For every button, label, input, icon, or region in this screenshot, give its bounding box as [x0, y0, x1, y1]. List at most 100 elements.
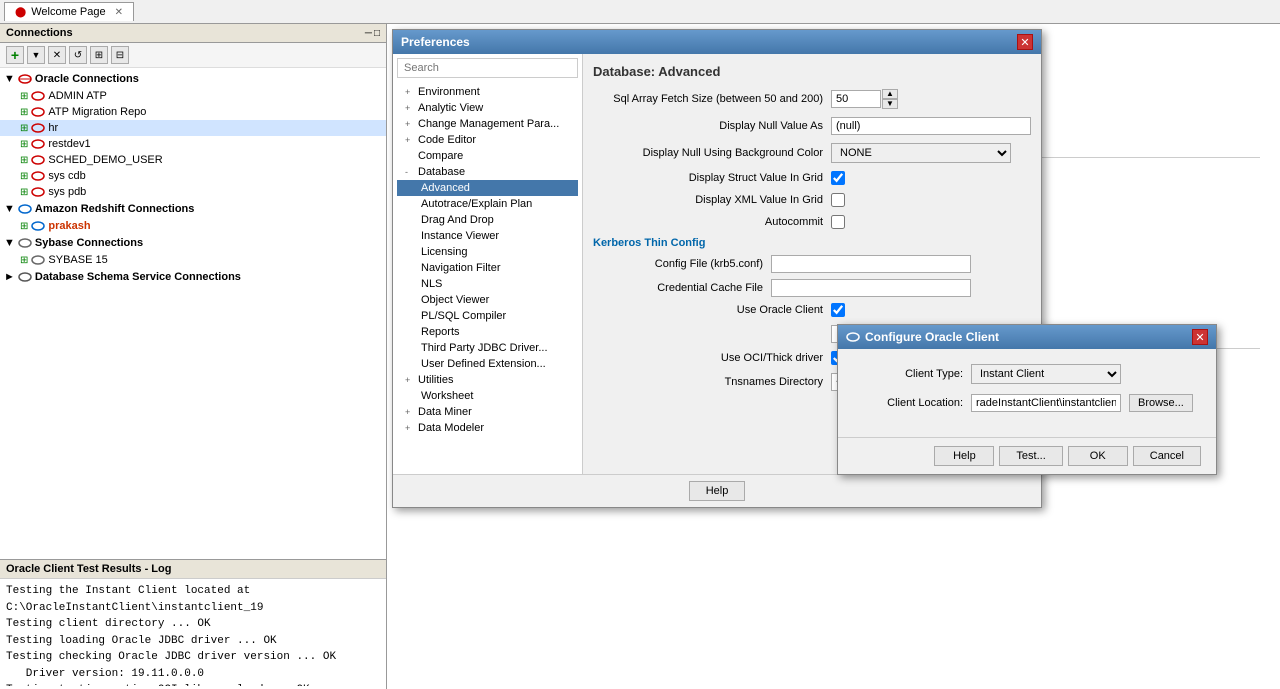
properties-btn[interactable]: ⊞ [90, 46, 108, 64]
panel-minimize-btn[interactable]: ─ [365, 28, 372, 39]
display-xml-row: Display XML Value In Grid [593, 193, 1031, 207]
client-type-select[interactable]: Instant Client Oracle Home [971, 364, 1121, 384]
spinner-up-btn[interactable]: ▲ [882, 89, 898, 99]
pref-autotrace[interactable]: Autotrace/Explain Plan [397, 196, 578, 212]
display-struct-checkbox[interactable] [831, 171, 845, 185]
schema-service-header[interactable]: ► Database Schema Service Connections [0, 268, 386, 286]
pref-data-modeler[interactable]: + Data Modeler [397, 420, 578, 436]
schema-btn[interactable]: ⊟ [111, 46, 129, 64]
pref-data-miner[interactable]: + Data Miner [397, 404, 578, 420]
conn-atp-migration[interactable]: ⊞ ATP Migration Repo [0, 104, 386, 120]
configure-cancel-btn[interactable]: Cancel [1133, 446, 1201, 466]
sql-array-fetch-row: Sql Array Fetch Size (between 50 and 200… [593, 89, 1031, 109]
log-content[interactable]: Testing the Instant Client located at C:… [0, 579, 386, 686]
pref-reports[interactable]: Reports [397, 324, 578, 340]
pref-worksheet[interactable]: Worksheet [397, 388, 578, 404]
use-oci-label: Use OCI/Thick driver [593, 352, 823, 364]
pref-nls[interactable]: NLS [397, 276, 578, 292]
display-null-input[interactable] [831, 117, 1031, 135]
pref-analytic-view[interactable]: + Analytic View [397, 100, 578, 116]
conn-icon-restdev1 [31, 138, 45, 150]
log-line-4: Testing checking Oracle JDBC driver vers… [6, 649, 380, 666]
configure-help-btn[interactable]: Help [934, 446, 994, 466]
client-type-label: Client Type: [853, 368, 963, 380]
pref-plsql-compiler[interactable]: PL/SQL Compiler [397, 308, 578, 324]
plus-icon: ⊞ [20, 221, 28, 232]
connections-toolbar: + ▼ ✕ ↺ ⊞ ⊟ [0, 43, 386, 68]
pref-code-editor[interactable]: + Code Editor [397, 132, 578, 148]
conn-label: ADMIN ATP [48, 90, 106, 102]
preferences-search[interactable] [397, 58, 578, 78]
schema-expander: ► [4, 271, 15, 283]
conn-label: hr [48, 122, 58, 134]
preferences-close-btn[interactable]: ✕ [1017, 34, 1033, 50]
pref-instance-viewer[interactable]: Instance Viewer [397, 228, 578, 244]
conn-label: SYBASE 15 [48, 254, 107, 266]
credential-cache-label: Credential Cache File [603, 282, 763, 294]
pref-third-party[interactable]: Third Party JDBC Driver... [397, 340, 578, 356]
config-file-input[interactable] [771, 255, 971, 273]
display-xml-checkbox[interactable] [831, 193, 845, 207]
conn-sys-pdb[interactable]: ⊞ sys pdb [0, 184, 386, 200]
plus-icon: ⊞ [20, 107, 28, 118]
log-line-5: Driver version: 19.11.0.0.0 [6, 666, 380, 683]
new-connection-btn[interactable]: + [6, 46, 24, 64]
configure-title-icon [846, 330, 860, 344]
configure-test-btn[interactable]: Test... [999, 446, 1062, 466]
refresh-btn[interactable]: ↺ [69, 46, 87, 64]
autocommit-label: Autocommit [593, 216, 823, 228]
plus-icon: ⊞ [20, 91, 28, 102]
redshift-connections-section: ▼ Amazon Redshift Connections ⊞ prakash [0, 200, 386, 234]
spinner-down-btn[interactable]: ▼ [882, 99, 898, 109]
oracle-connections-header[interactable]: ▼ Oracle Connections [0, 70, 386, 88]
pref-object-viewer[interactable]: Object Viewer [397, 292, 578, 308]
log-line-1: Testing the Instant Client located at C:… [6, 583, 380, 616]
configure-ok-btn[interactable]: OK [1068, 446, 1128, 466]
client-location-label: Client Location: [853, 397, 963, 409]
sybase-expander: ▼ [4, 237, 15, 249]
conn-sybase15[interactable]: ⊞ SYBASE 15 [0, 252, 386, 268]
schema-service-section: ► Database Schema Service Connections [0, 268, 386, 286]
conn-sched-demo[interactable]: ⊞ SCHED_DEMO_USER [0, 152, 386, 168]
conn-icon-sys-pdb [31, 186, 45, 198]
pref-utilities[interactable]: + Utilities [397, 372, 578, 388]
pref-database[interactable]: - Database [397, 164, 578, 180]
disconnect-btn[interactable]: ✕ [48, 46, 66, 64]
redshift-header[interactable]: ▼ Amazon Redshift Connections [0, 200, 386, 218]
autocommit-checkbox[interactable] [831, 215, 845, 229]
display-struct-row: Display Struct Value In Grid [593, 171, 1031, 185]
tab-welcome[interactable]: ⬤ Welcome Page ✕ [4, 2, 134, 21]
panel-maximize-btn[interactable]: □ [374, 28, 380, 39]
conn-sys-cdb[interactable]: ⊞ sys cdb [0, 168, 386, 184]
dropdown-btn[interactable]: ▼ [27, 46, 45, 64]
conn-hr[interactable]: ⊞ hr [0, 120, 386, 136]
browse-btn[interactable]: Browse... [1129, 394, 1193, 412]
use-oracle-client-checkbox[interactable] [831, 303, 845, 317]
preferences-help-btn[interactable]: Help [689, 481, 746, 501]
pref-user-defined[interactable]: User Defined Extension... [397, 356, 578, 372]
conn-prakash[interactable]: ⊞ prakash [0, 218, 386, 234]
configure-title-area: Configure Oracle Client [846, 330, 999, 344]
oracle-connections-section: ▼ Oracle Connections ⊞ ADMIN ATP [0, 70, 386, 200]
conn-admin-atp[interactable]: ⊞ ADMIN ATP [0, 88, 386, 104]
client-location-input[interactable] [971, 394, 1121, 412]
pref-drag-drop[interactable]: Drag And Drop [397, 212, 578, 228]
pref-change-mgmt[interactable]: + Change Management Para... [397, 116, 578, 132]
client-location-row: Client Location: Browse... [853, 394, 1201, 412]
sybase-header[interactable]: ▼ Sybase Connections [0, 234, 386, 252]
tab-close-btn[interactable]: ✕ [115, 7, 123, 18]
connections-panel: Connections ─ □ + ▼ ✕ ↺ ⊞ ⊟ ▼ [0, 24, 387, 689]
display-null-bg-select[interactable]: NONE Yellow Red Green [831, 143, 1011, 163]
pref-licensing[interactable]: Licensing [397, 244, 578, 260]
credential-cache-input[interactable] [771, 279, 971, 297]
sql-array-fetch-input[interactable] [831, 90, 881, 108]
preferences-tree: + Environment + Analytic View + Change M… [393, 54, 583, 474]
conn-label: ATP Migration Repo [48, 106, 146, 118]
conn-restdev1[interactable]: ⊞ restdev1 [0, 136, 386, 152]
configure-close-btn[interactable]: ✕ [1192, 329, 1208, 345]
pref-compare[interactable]: + Compare [397, 148, 578, 164]
pref-advanced[interactable]: Advanced [397, 180, 578, 196]
pref-nav-filter[interactable]: Navigation Filter [397, 260, 578, 276]
preferences-title: Preferences [401, 35, 470, 49]
pref-environment[interactable]: + Environment [397, 84, 578, 100]
